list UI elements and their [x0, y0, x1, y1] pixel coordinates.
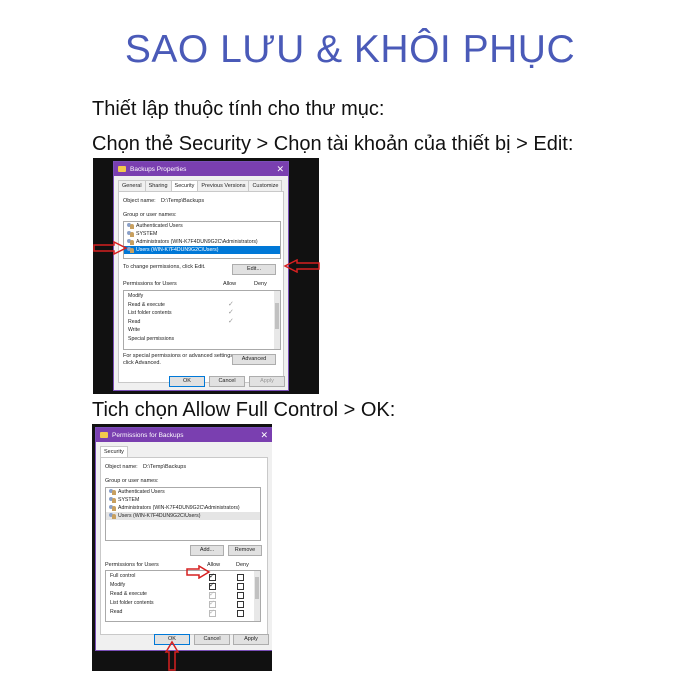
tab-security[interactable]: Security	[170, 180, 199, 191]
deny-checkbox[interactable]	[237, 601, 244, 608]
security-pane: Object name: D:\Temp\Backups Group or us…	[100, 457, 268, 635]
tab-sharing[interactable]: Sharing	[144, 180, 172, 191]
allow-checkbox[interactable]	[209, 608, 216, 617]
tab-general[interactable]: General	[118, 180, 146, 191]
list-item[interactable]: Administrators (WIN-K7F4DUN9G2C\Administ…	[124, 238, 280, 246]
permissions-dialog: Permissions for Backups ✕ Security Objec…	[95, 427, 272, 651]
permission-row: Modify	[110, 582, 126, 588]
user-group-icon	[109, 489, 116, 495]
user-group-icon	[109, 513, 116, 519]
group-label: Group or user names:	[123, 212, 177, 218]
list-item[interactable]: Authenticated Users	[124, 222, 280, 230]
permission-row: Read & execute	[128, 301, 165, 308]
allow-checkbox[interactable]	[209, 590, 216, 599]
user-group-icon	[109, 505, 116, 511]
user-group-icon	[127, 231, 134, 237]
user-list: Authenticated Users SYSTEM Administrator…	[123, 221, 281, 259]
scrollbar[interactable]	[274, 291, 280, 349]
annotation-arrow-left	[283, 259, 320, 273]
tab-strip: Security	[96, 442, 272, 457]
advanced-text-2: click Advanced.	[123, 360, 161, 366]
cancel-button[interactable]: Cancel	[194, 634, 230, 645]
list-item-selected[interactable]: Users (WIN-K7F4DUN9G2C\Users)	[106, 512, 260, 520]
edit-button[interactable]: Edit...	[232, 264, 276, 275]
user-group-icon	[127, 239, 134, 245]
close-icon[interactable]: ✕	[260, 430, 268, 440]
tab-strip: General Sharing Security Previous Versio…	[114, 176, 288, 191]
permission-row: Full control	[110, 573, 136, 579]
apply-button[interactable]: Apply	[233, 634, 269, 645]
change-permissions-text: To change permissions, click Edit.	[123, 264, 206, 270]
cancel-button[interactable]: Cancel	[209, 376, 245, 387]
permission-row: List folder contents	[110, 600, 154, 606]
deny-header: Deny	[254, 281, 267, 287]
instruction-line-2: Chọn thẻ Security > Chọn tài khoản của t…	[92, 133, 574, 155]
allow-checkmark-icon: ✓	[228, 309, 234, 317]
add-button[interactable]: Add...	[190, 545, 224, 556]
screenshot-permissions: Permissions for Backups ✕ Security Objec…	[92, 424, 272, 671]
permissions-list: Full control Modify Read & execute List fol…	[105, 570, 261, 622]
object-name-label: Object name:	[105, 464, 138, 470]
instruction-line-1: Thiết lập thuộc tính cho thư mục:	[92, 98, 385, 120]
object-name-value: D:\Temp\Backups	[161, 198, 205, 204]
deny-header: Deny	[236, 562, 249, 568]
tab-security[interactable]: Security	[100, 446, 128, 457]
folder-icon	[118, 166, 126, 172]
advanced-text-1: For special permissions or advanced sett…	[123, 353, 235, 359]
list-item-selected[interactable]: Users (WIN-K7F4DUN9G2C\Users)	[124, 246, 280, 254]
titlebar[interactable]: Backups Properties ✕	[114, 162, 288, 176]
screenshot-properties: Backups Properties ✕ General Sharing Sec…	[93, 158, 319, 394]
folder-icon	[100, 432, 108, 438]
close-icon[interactable]: ✕	[276, 164, 284, 174]
tab-customize[interactable]: Customize	[248, 180, 283, 191]
permission-row: Modify	[128, 293, 144, 299]
annotation-arrow-right	[93, 241, 128, 255]
user-group-icon	[127, 223, 134, 229]
permission-row: Read	[110, 609, 123, 615]
user-group-icon	[127, 247, 134, 253]
permissions-list: Modify Read & execute ✓ List folder content…	[123, 290, 281, 350]
allow-checkmark-icon: ✓	[228, 317, 234, 325]
advanced-button[interactable]: Advanced	[232, 354, 276, 365]
scrollbar[interactable]	[254, 571, 260, 621]
permissions-label: Permissions for Users	[105, 562, 159, 568]
deny-checkbox[interactable]	[237, 583, 244, 590]
permission-row: Special permissions	[128, 336, 175, 342]
permissions-label: Permissions for Users	[123, 281, 177, 287]
permission-row: Write	[128, 327, 141, 334]
annotation-arrow-ok	[164, 640, 180, 671]
security-pane: Object name: D:\Temp\Backups Group or us…	[118, 191, 284, 383]
deny-checkbox[interactable]	[237, 610, 244, 617]
permission-row: Read & execute	[110, 591, 147, 597]
permission-row: List folder contents	[128, 310, 172, 317]
object-name-value: D:\Temp\Backups	[143, 464, 187, 470]
instruction-line-3: Tich chọn Allow Full Control > OK:	[92, 399, 396, 421]
list-item[interactable]: SYSTEM	[106, 496, 260, 504]
titlebar[interactable]: Permissions for Backups ✕	[96, 428, 272, 442]
allow-checkbox[interactable]	[209, 581, 216, 590]
window-title: Backups Properties	[130, 165, 187, 173]
list-item[interactable]: SYSTEM	[124, 230, 280, 238]
apply-button[interactable]: Apply	[249, 376, 285, 387]
list-item[interactable]: Administrators (WIN-K7F4DUN9G2C\Administ…	[106, 504, 260, 512]
allow-checkbox[interactable]	[209, 599, 216, 608]
page-title: SAO LƯU & KHÔI PHỤC	[124, 28, 576, 71]
deny-checkbox[interactable]	[237, 574, 244, 581]
object-name-label: Object name:	[123, 198, 156, 204]
deny-checkbox[interactable]	[237, 592, 244, 599]
allow-checkmark-icon: ✓	[228, 300, 234, 308]
user-group-icon	[109, 497, 116, 503]
permission-row: Read	[128, 318, 141, 325]
tab-previous-versions[interactable]: Previous Versions	[197, 180, 250, 191]
window-title: Permissions for Backups	[112, 431, 184, 439]
user-list: Authenticated Users SYSTEM Administrator…	[105, 487, 261, 541]
annotation-arrow-full-control	[186, 565, 211, 579]
allow-header: Allow	[223, 281, 237, 287]
list-item[interactable]: Authenticated Users	[106, 488, 260, 496]
properties-dialog: Backups Properties ✕ General Sharing Sec…	[113, 161, 289, 391]
group-label: Group or user names:	[105, 478, 159, 484]
remove-button[interactable]: Remove	[228, 545, 262, 556]
ok-button[interactable]: OK	[169, 376, 205, 387]
